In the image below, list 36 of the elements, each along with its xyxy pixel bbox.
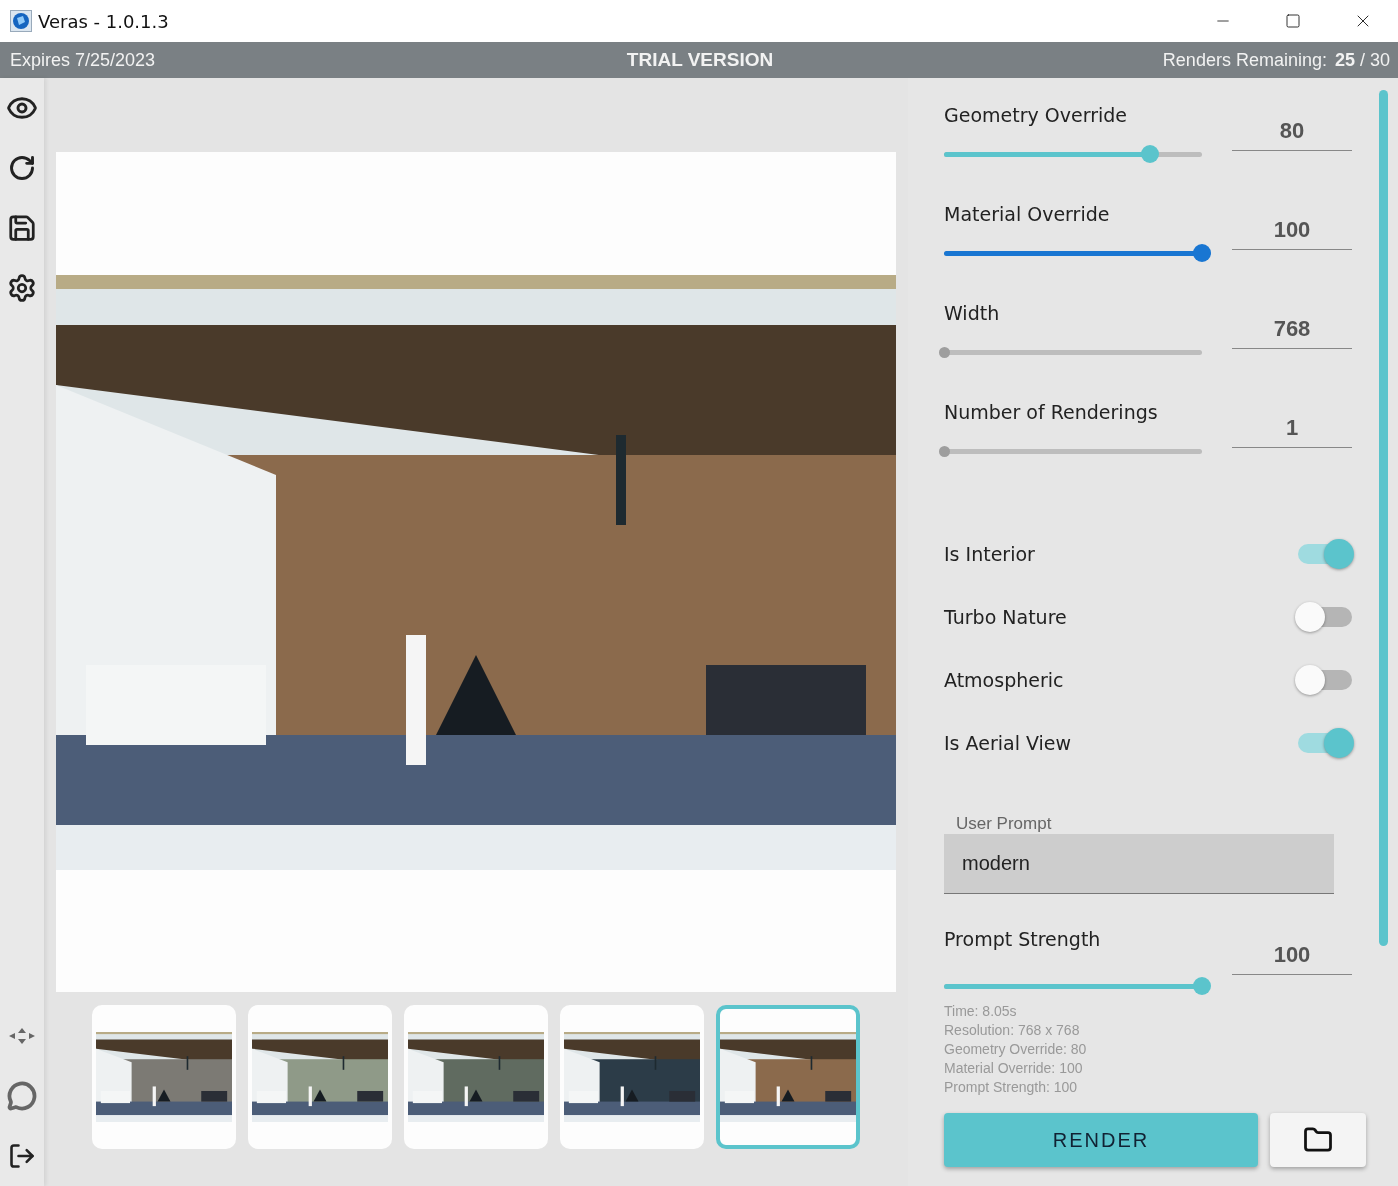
toggle-label: Turbo Nature	[944, 605, 1067, 628]
expiry-date: Expires 7/25/2023	[10, 49, 156, 71]
value-field[interactable]: 100	[1232, 217, 1352, 250]
render-info-line: Resolution: 768 x 768	[944, 1021, 1081, 1040]
render-info-line: Geometry Override: 80	[944, 1040, 1088, 1059]
scrollbar[interactable]	[1379, 90, 1388, 946]
value-field[interactable]: 80	[1232, 118, 1352, 151]
render-info-line: Material Override: 100	[944, 1059, 1084, 1078]
save-icon[interactable]	[6, 212, 38, 244]
slider-thumb[interactable]	[1141, 145, 1160, 163]
render-button[interactable]: RENDER	[944, 1113, 1258, 1167]
maximize-icon[interactable]	[1285, 13, 1301, 29]
app-logo-icon	[10, 10, 32, 32]
slider-label: Prompt Strength	[944, 928, 1102, 950]
toggle-label: Is Interior	[944, 542, 1035, 565]
prompt-label: User Prompt	[956, 814, 1053, 834]
slider-label: Number of Renderings	[944, 401, 1159, 423]
slider-label: Width	[944, 302, 1001, 324]
value-field[interactable]: 100	[1232, 942, 1352, 975]
thumbnail[interactable]	[716, 1005, 860, 1149]
slider-label: Geometry Override	[944, 104, 1128, 126]
toggle-label: Atmospheric	[944, 668, 1064, 691]
slider-thumb[interactable]	[1193, 244, 1211, 262]
render-info-line: Time: 8.05s	[944, 1002, 1018, 1021]
prompt-field[interactable]: modern	[944, 834, 1334, 894]
trial-version-title: TRIAL VERSION	[626, 49, 774, 71]
folder-button[interactable]	[1270, 1113, 1366, 1167]
renders-remaining-label: Renders Remaining:	[1162, 49, 1327, 71]
slider-thumb[interactable]	[1193, 977, 1211, 995]
renders-remaining-count: 25 / 30	[1334, 49, 1390, 71]
chat-icon[interactable]	[6, 1080, 38, 1112]
render-info-line: Prompt Strength: 100	[944, 1078, 1079, 1097]
toggle-label: Is Aerial View	[944, 731, 1072, 754]
window-title: Veras - 1.0.1.3	[38, 10, 170, 32]
settings-icon[interactable]	[6, 272, 38, 304]
slider-label: Material Override	[944, 203, 1111, 225]
